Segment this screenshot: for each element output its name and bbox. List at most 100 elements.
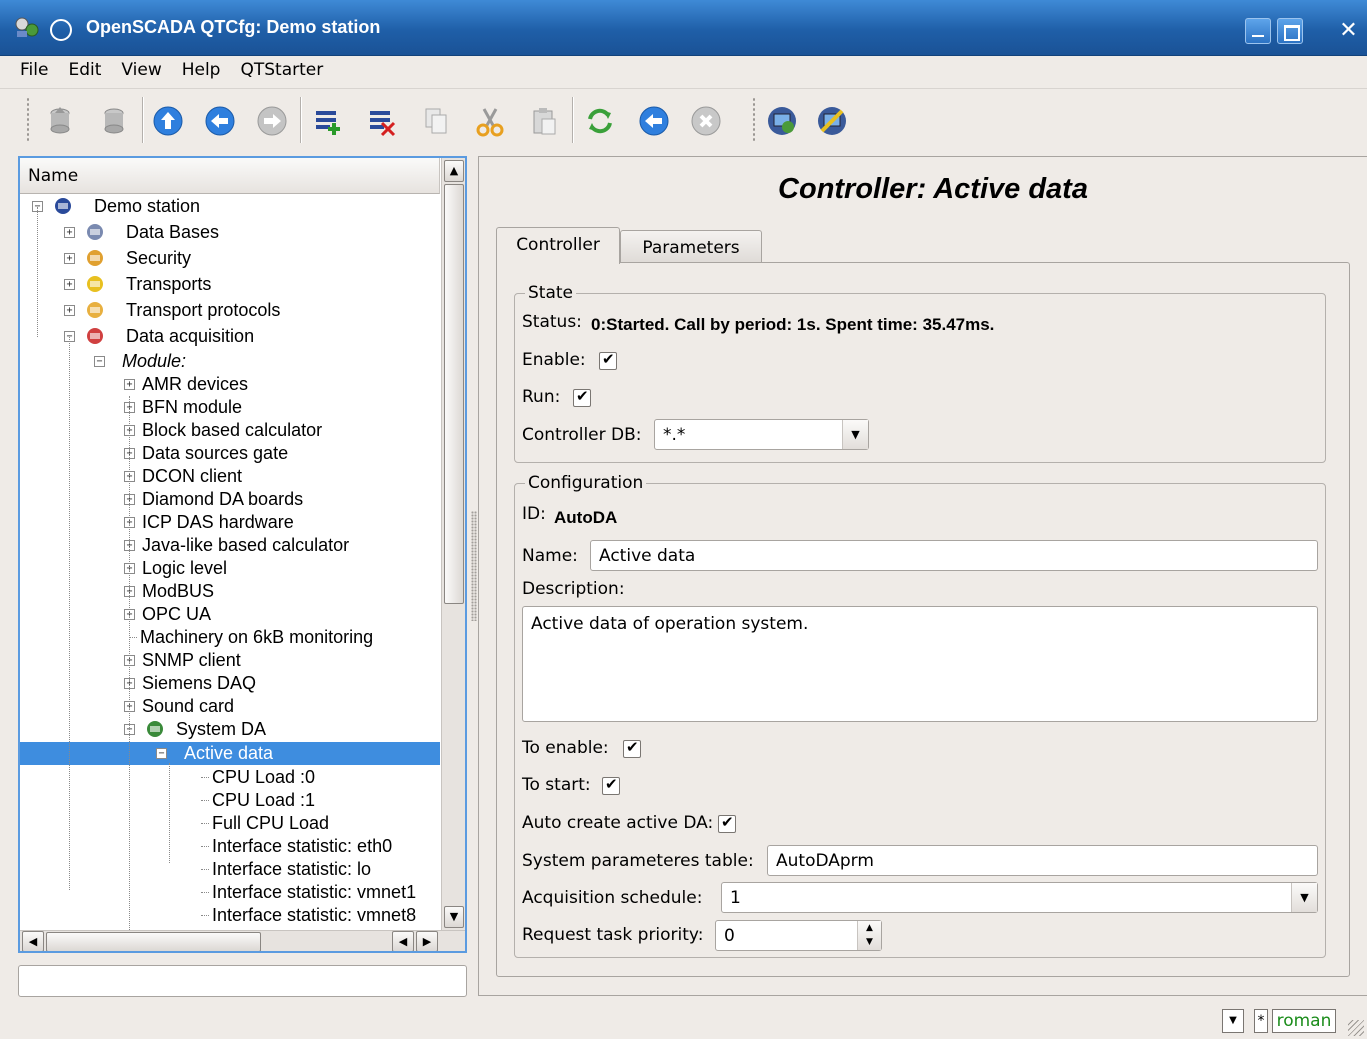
status-dropdown-icon[interactable]: ▼ [1222,1009,1244,1033]
add-item-icon[interactable] [312,105,344,137]
start-icon[interactable] [638,105,670,137]
tab-parameters[interactable]: Parameters [620,230,762,264]
tree-item[interactable]: + Security [20,247,440,270]
resize-grip-icon[interactable] [1348,1020,1364,1036]
tree-item[interactable]: − Active data [20,742,440,765]
tree-item[interactable]: + SNMP client [20,649,440,672]
scroll-up-arrow-icon[interactable]: ▲ [444,160,464,182]
tree-item[interactable]: + Java-like based calculator [20,534,440,557]
delete-item-icon[interactable] [366,105,398,137]
status-user[interactable]: roman [1272,1009,1336,1033]
tree-item[interactable]: Interface statistic: eth0 [20,835,440,858]
tree-item[interactable]: + ModBUS [20,580,440,603]
tree-item[interactable]: Full CPU Load [20,812,440,835]
tree-item[interactable]: − Demo station [20,195,440,218]
scroll-left-arrow-icon[interactable]: ◀ [22,931,44,951]
to-start-checkbox[interactable] [602,775,620,795]
tree-item[interactable]: Machinery on 6kB monitoring [20,626,440,649]
tree-item[interactable]: + Diamond DA boards [20,488,440,511]
scroll-down-arrow-icon[interactable]: ▼ [444,906,464,928]
tree-item[interactable]: + Block based calculator [20,419,440,442]
tree-item[interactable]: + DCON client [20,465,440,488]
sys-table-input[interactable]: AutoDAprm [767,845,1318,876]
maximize-button[interactable] [1277,18,1303,44]
station-icon[interactable] [766,105,798,137]
forward-icon[interactable] [256,105,288,137]
scroll-right-arrow-icon[interactable]: ▶ [416,931,438,951]
tree-item[interactable]: + OPC UA [20,603,440,626]
tree-item[interactable]: + Transports [20,273,440,296]
tree-item[interactable]: CPU Load :0 [20,766,440,789]
menu-view[interactable]: View [111,57,171,85]
window-menu-button[interactable] [50,19,72,41]
tree-item[interactable]: + BFN module [20,396,440,419]
expand-icon[interactable]: + [64,305,75,316]
tree-item[interactable]: + Transport protocols [20,299,440,322]
tree-item[interactable]: + AMR devices [20,373,440,396]
name-label: Name: [522,546,578,566]
menu-file[interactable]: File [10,57,58,85]
scroll-thumb-horizontal[interactable] [46,932,261,951]
tree-item[interactable]: Interface statistic: vmnet1 [20,881,440,904]
scroll-thumb[interactable] [444,184,464,604]
description-textarea[interactable]: Active data of operation system. [522,606,1318,722]
tree-item[interactable]: + Data sources gate [20,442,440,465]
expand-icon[interactable]: + [64,279,75,290]
tree-column-header[interactable]: Name [20,158,440,194]
tree-item[interactable]: + Siemens DAQ [20,672,440,695]
tree-item[interactable]: Interface statistic: lo [20,858,440,881]
tree-item[interactable]: + Data Bases [20,221,440,244]
db-save-icon[interactable] [98,105,130,137]
menu-edit[interactable]: Edit [58,57,111,85]
tree-item[interactable]: − Module: [20,350,440,373]
collapse-icon[interactable]: − [156,748,167,759]
tree-body[interactable]: − Demo station + Data Bases + Security + Transp… [20,195,440,930]
paste-icon[interactable] [528,105,560,137]
menu-help[interactable]: Help [172,57,231,85]
menu-qtstarter[interactable]: QTStarter [230,57,333,85]
run-checkbox[interactable] [573,387,591,407]
navigation-tree[interactable]: Name − Demo station + Data Bases + Security + T… [18,156,467,953]
tab-controller[interactable]: Controller [496,227,620,264]
refresh-icon[interactable] [584,105,616,137]
tree-horizontal-scrollbar[interactable]: ◀ ◀ ▶ [20,930,465,951]
tree-item[interactable]: + Logic level [20,557,440,580]
tree-vertical-scrollbar[interactable]: ▲ ▼ [441,158,465,930]
toolbar-grip[interactable] [26,97,30,143]
tree-item[interactable]: − Data acquisition [20,325,440,348]
station-settings-icon[interactable] [816,105,848,137]
close-button[interactable]: ✕ [1330,18,1367,44]
schedule-combo[interactable]: 1 ▼ [721,882,1318,913]
expand-icon[interactable]: + [124,379,135,390]
copy-icon[interactable] [420,105,452,137]
collapse-icon[interactable]: − [94,356,105,367]
up-icon[interactable] [152,105,184,137]
back-icon[interactable] [204,105,236,137]
stop-icon[interactable] [690,105,722,137]
toolbar-grip[interactable] [752,97,756,143]
chevron-down-icon[interactable]: ▼ [1291,883,1317,912]
spin-arrows-icon[interactable]: ▲ ▼ [857,921,881,950]
panel-splitter[interactable] [470,156,478,996]
tree-item[interactable]: − System DA [20,718,440,741]
chevron-down-icon[interactable]: ▼ [842,420,868,449]
window-titlebar[interactable]: OpenSCADA QTCfg: Demo station ✕ [0,0,1367,56]
auto-create-checkbox[interactable] [718,813,736,833]
tree-connector [201,800,209,801]
tree-item[interactable]: + ICP DAS hardware [20,511,440,534]
priority-spinbox[interactable]: 0 ▲ ▼ [715,920,882,951]
tree-item[interactable]: CPU Load :1 [20,789,440,812]
controller-db-combo[interactable]: *.* ▼ [654,419,869,450]
tree-status-field[interactable] [18,965,467,997]
minimize-button[interactable] [1245,18,1271,44]
cut-icon[interactable] [474,105,506,137]
expand-icon[interactable]: + [64,227,75,238]
tree-item[interactable]: + Sound card [20,695,440,718]
name-input[interactable]: Active data [590,540,1318,571]
scroll-left-arrow-icon[interactable]: ◀ [392,931,414,951]
expand-icon[interactable]: + [64,253,75,264]
db-load-icon[interactable] [44,105,76,137]
enable-checkbox[interactable] [599,350,617,370]
to-enable-checkbox[interactable] [623,738,641,758]
tree-item[interactable]: Interface statistic: vmnet8 [20,904,440,927]
